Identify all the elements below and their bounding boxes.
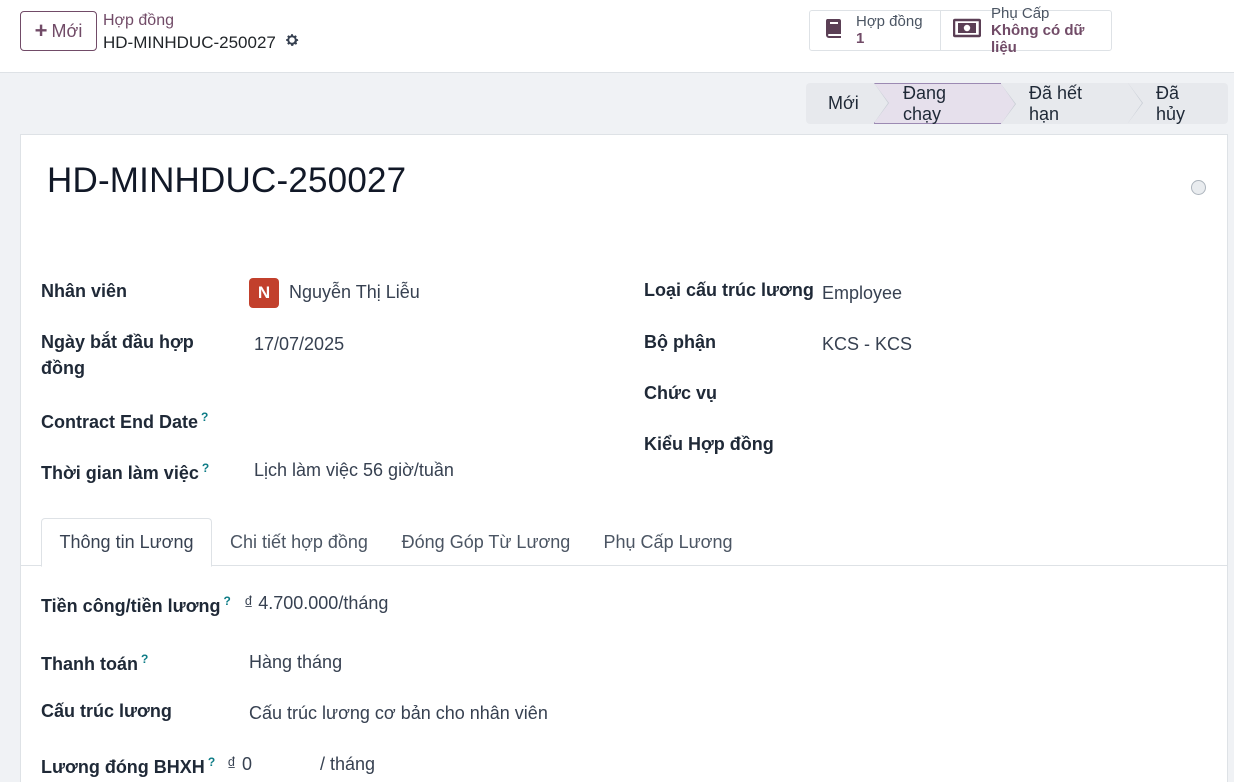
form-sheet: HD-MINHDUC-250027 Nhân viên N Nguyễn Thị … xyxy=(20,134,1228,782)
job-label: Chức vụ xyxy=(644,383,718,403)
insurance-salary-label: Lương đóng BHXH? xyxy=(41,749,215,780)
status-new[interactable]: Mới xyxy=(806,83,889,124)
employee-label: Nhân viên xyxy=(41,281,128,301)
wage-label-text: Tiền công/tiền lương xyxy=(41,596,221,616)
structure-type-label: Loại cấu trúc lương xyxy=(644,280,814,300)
new-button-label: Mới xyxy=(51,20,83,41)
status-expired-label: Đã hết hạn xyxy=(1029,82,1083,124)
schedule-label-text: Thời gian làm việc xyxy=(41,463,199,483)
breadcrumb-current-label: HD-MINHDUC-250027 xyxy=(103,32,276,52)
status-cancelled[interactable]: Đã hủy xyxy=(1128,83,1228,124)
plus-icon: + xyxy=(34,18,48,43)
help-icon[interactable]: ? xyxy=(208,755,215,769)
contracts-smart-title: Hợp đồng xyxy=(856,13,923,30)
help-icon[interactable]: ? xyxy=(224,594,231,608)
payment-field[interactable]: Hàng tháng xyxy=(249,649,342,675)
tab-salary-info[interactable]: Thông tin Lương xyxy=(41,518,212,567)
structure-label: Cấu trúc lương xyxy=(41,701,172,721)
schedule-label: Thời gian làm việc? xyxy=(41,455,209,486)
money-icon xyxy=(952,18,982,43)
structure-type-field[interactable]: Employee xyxy=(822,280,902,306)
gear-icon[interactable] xyxy=(284,32,300,53)
end-date-label: Contract End Date? xyxy=(41,404,208,435)
breadcrumb-parent-link[interactable]: Hợp đồng xyxy=(103,12,300,30)
structure-field[interactable]: Cấu trúc lương cơ bản cho nhân viên xyxy=(249,700,548,726)
activity-status-dot[interactable] xyxy=(1191,180,1206,195)
employee-value: Nguyễn Thị Liễu xyxy=(289,281,420,302)
record-title: HD-MINHDUC-250027 xyxy=(47,161,407,200)
help-icon[interactable]: ? xyxy=(202,461,209,475)
employee-field[interactable]: N Nguyễn Thị Liễu xyxy=(249,278,420,308)
payment-label-text: Thanh toán xyxy=(41,654,138,674)
wage-field[interactable]: ₫ 4.700.000/tháng xyxy=(244,590,388,616)
allowance-smart-title: Phụ Cấp xyxy=(991,4,1050,22)
status-running[interactable]: Đang chạy xyxy=(874,82,1016,124)
start-date-label: Ngày bắt đầu hợp đồng xyxy=(41,329,194,381)
allowance-smart-value: Không có dữ liệu xyxy=(991,21,1085,56)
tab-salary-allowances[interactable]: Phụ Cấp Lương xyxy=(593,518,743,566)
contracts-smart-value: 1 xyxy=(856,30,865,47)
status-new-label: Mới xyxy=(828,93,859,113)
status-expired[interactable]: Đã hết hạn xyxy=(1001,82,1143,124)
tab-salary-contributions[interactable]: Đóng Góp Từ Lương xyxy=(391,518,581,566)
statusbar: Mới Đang chạy Đã hết hạn Đã hủy xyxy=(806,83,1228,124)
insurance-unit: / tháng xyxy=(320,754,376,774)
help-icon[interactable]: ? xyxy=(141,652,148,666)
allowance-smart-button[interactable]: Phụ Cấp Không có dữ liệu xyxy=(941,5,1111,56)
control-panel: + Mới Hợp đồng HD-MINHDUC-250027 Hợp đồn… xyxy=(0,0,1234,73)
start-date-field[interactable]: 17/07/2025 xyxy=(254,331,344,357)
status-running-label: Đang chạy xyxy=(903,82,947,124)
smart-buttons: Hợp đồng 1 Phụ Cấp Không có dữ liệu xyxy=(809,5,1112,56)
breadcrumb: Hợp đồng HD-MINHDUC-250027 xyxy=(103,12,300,53)
insurance-currency: ₫ xyxy=(227,754,237,774)
department-label: Bộ phận xyxy=(644,332,716,352)
start-date-label-line1: Ngày bắt đầu hợp xyxy=(41,332,194,352)
book-icon xyxy=(822,16,846,45)
avatar: N xyxy=(249,278,279,308)
help-icon[interactable]: ? xyxy=(201,410,208,424)
end-date-label-text: Contract End Date xyxy=(41,412,199,432)
breadcrumb-current: HD-MINHDUC-250027 xyxy=(103,32,300,53)
notebook-tabs: Thông tin Lương Chi tiết hợp đồng Đóng G… xyxy=(21,518,1227,567)
insurance-salary-label-text: Lương đóng BHXH xyxy=(41,757,205,777)
start-date-label-line2: đồng xyxy=(41,358,85,378)
contracts-smart-button[interactable]: Hợp đồng 1 xyxy=(810,11,941,50)
status-cancelled-label: Đã hủy xyxy=(1156,82,1186,124)
new-button[interactable]: + Mới xyxy=(20,11,97,51)
payment-label: Thanh toán? xyxy=(41,646,148,677)
contract-type-label: Kiểu Hợp đồng xyxy=(644,434,774,454)
tab-contract-details[interactable]: Chi tiết hợp đồng xyxy=(216,518,382,566)
schedule-field[interactable]: Lịch làm việc 56 giờ/tuần xyxy=(254,457,454,483)
insurance-salary-input[interactable]: 0 xyxy=(242,751,252,777)
wage-label: Tiền công/tiền lương? xyxy=(41,588,231,619)
department-field[interactable]: KCS - KCS xyxy=(822,331,912,357)
